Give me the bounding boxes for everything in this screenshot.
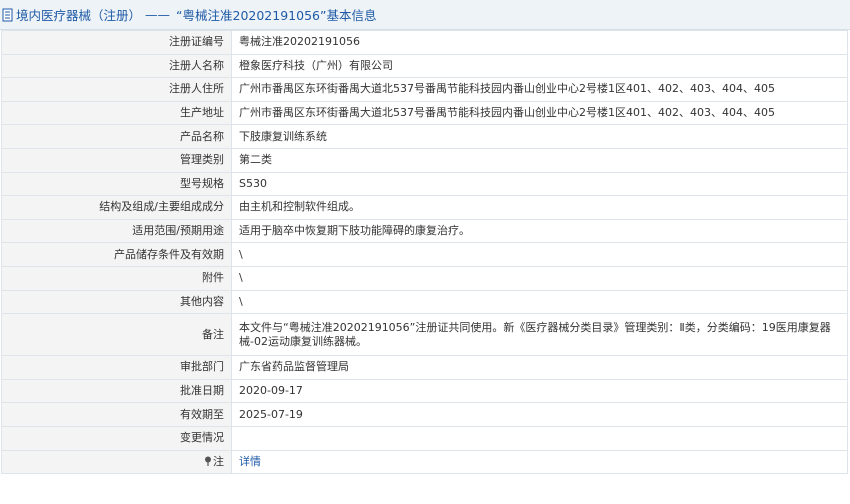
- table-row: 注册证编号 粤械注准20202191056: [1, 30, 848, 55]
- row-label: 其他内容: [1, 289, 232, 315]
- row-value: 广州市番禺区东环街番禺大道北537号番禺节能科技园内番山创业中心2号楼1区401…: [231, 100, 848, 126]
- table-row: 注册人名称 橙象医疗科技（广州）有限公司: [1, 53, 848, 79]
- row-label: 型号规格: [1, 171, 232, 197]
- row-value: \: [231, 265, 848, 291]
- pin-icon: [205, 456, 211, 466]
- row-label: 附件: [1, 265, 232, 291]
- row-value: 广州市番禺区东环街番禺大道北537号番禺节能科技园内番山创业中心2号楼1区401…: [231, 77, 848, 102]
- row-value: [231, 425, 848, 451]
- table-row: 附件 \: [1, 265, 848, 291]
- row-value: 橙象医疗科技（广州）有限公司: [231, 53, 848, 79]
- row-label: 注: [213, 454, 224, 468]
- table-row: 注册人住所 广州市番禺区东环街番禺大道北537号番禺节能科技园内番山创业中心2号…: [1, 77, 848, 102]
- header-title-main: “粤械注准20202191056”基本信息: [176, 8, 377, 23]
- row-value: \: [231, 289, 848, 315]
- row-label: 管理类别: [1, 147, 232, 173]
- row-value: 粤械注准20202191056: [231, 30, 848, 55]
- page-header: 境内医疗器械（注册） —— “粤械注准20202191056”基本信息: [0, 0, 850, 30]
- table-row: 批准日期 2020-09-17: [1, 378, 848, 404]
- table-row: 适用范围/预期用途 适用于脑卒中恢复期下肢功能障碍的康复治疗。: [1, 218, 848, 244]
- row-label: 生产地址: [1, 100, 232, 126]
- table-row: 管理类别 第二类: [1, 147, 848, 173]
- table-row: 变更情况: [1, 425, 848, 451]
- row-value: 本文件与“粤械注准20202191056”注册证共同使用。新《医疗器械分类目录》…: [231, 313, 848, 357]
- table-row: 型号规格 S530: [1, 171, 848, 197]
- table-row: 审批部门 广东省药品监督管理局: [1, 355, 848, 380]
- row-label: 批准日期: [1, 378, 232, 404]
- row-value: 第二类: [231, 147, 848, 173]
- row-label: 审批部门: [1, 355, 232, 380]
- info-table: 注册证编号 粤械注准20202191056 注册人名称 橙象医疗科技（广州）有限…: [1, 30, 848, 475]
- row-label: 注册人住所: [1, 77, 232, 102]
- row-label: 注册人名称: [1, 53, 232, 79]
- row-label: 注册证编号: [1, 30, 232, 55]
- table-row: 产品储存条件及有效期 \: [1, 242, 848, 267]
- table-row: 生产地址 广州市番禺区东环街番禺大道北537号番禺节能科技园内番山创业中心2号楼…: [1, 100, 848, 126]
- header-title-prefix: 境内医疗器械（注册）: [16, 8, 142, 23]
- details-link[interactable]: 详情: [239, 455, 261, 468]
- row-label: 变更情况: [1, 425, 232, 451]
- row-label: 产品储存条件及有效期: [1, 242, 232, 267]
- row-value: \: [231, 242, 848, 267]
- row-label: 备注: [1, 313, 232, 357]
- row-value: 广东省药品监督管理局: [231, 355, 848, 380]
- table-row: 有效期至 2025-07-19: [1, 402, 848, 427]
- row-value: 2020-09-17: [231, 378, 848, 404]
- row-label: 适用范围/预期用途: [1, 218, 232, 244]
- row-value: S530: [231, 171, 848, 197]
- document-icon: [2, 8, 13, 21]
- table-row: 结构及组成/主要组成成分 由主机和控制软件组成。: [1, 195, 848, 220]
- row-value: 详情: [231, 449, 848, 475]
- table-row: 产品名称 下肢康复训练系统: [1, 124, 848, 149]
- row-value: 下肢康复训练系统: [231, 124, 848, 149]
- row-value: 适用于脑卒中恢复期下肢功能障碍的康复治疗。: [231, 218, 848, 244]
- row-label: 有效期至: [1, 402, 232, 427]
- table-row: 备注 本文件与“粤械注准20202191056”注册证共同使用。新《医疗器械分类…: [1, 313, 848, 357]
- table-row: 注 详情: [1, 449, 848, 475]
- header-title-separator: ——: [145, 7, 171, 22]
- row-value: 2025-07-19: [231, 402, 848, 427]
- note-label-cell: 注: [1, 449, 232, 475]
- row-label: 产品名称: [1, 124, 232, 149]
- table-row: 其他内容 \: [1, 289, 848, 315]
- row-label: 结构及组成/主要组成成分: [1, 195, 232, 220]
- row-value: 由主机和控制软件组成。: [231, 195, 848, 220]
